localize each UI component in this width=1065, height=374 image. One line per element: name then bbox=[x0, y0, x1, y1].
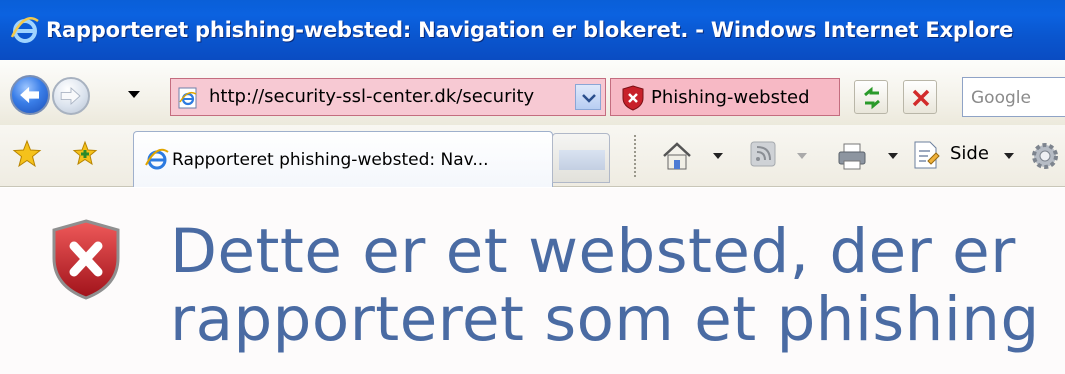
stop-icon bbox=[912, 89, 930, 107]
forward-button[interactable] bbox=[52, 77, 90, 115]
ie-logo-icon bbox=[10, 17, 39, 43]
back-button[interactable] bbox=[10, 75, 50, 115]
tab-command-bar: Rapporteret phishing-websted: Nav... Sid… bbox=[0, 125, 1065, 187]
home-icon[interactable] bbox=[660, 139, 694, 173]
heading-line-2: rapporteret som et phishing bbox=[170, 284, 1040, 355]
page-dropdown-icon[interactable] bbox=[1004, 153, 1014, 159]
toolbar-separator bbox=[634, 135, 636, 179]
feeds-icon[interactable] bbox=[748, 139, 778, 169]
address-dropdown-button[interactable] bbox=[575, 84, 601, 110]
favorites-star-icon[interactable] bbox=[12, 139, 42, 169]
search-placeholder: Google bbox=[971, 88, 1031, 108]
refresh-button[interactable] bbox=[854, 80, 888, 114]
heading-line-1: Dette er et websted, der er bbox=[170, 216, 1016, 287]
phishing-status-badge[interactable]: Phishing-websted bbox=[610, 78, 840, 116]
page-heading: Dette er et websted, der er rapporteret … bbox=[170, 218, 1065, 354]
back-arrow-icon bbox=[20, 86, 39, 104]
stop-button[interactable] bbox=[903, 80, 937, 114]
print-icon[interactable] bbox=[835, 139, 869, 173]
address-field[interactable]: http://security-ssl-center.dk/security bbox=[170, 78, 606, 116]
refresh-icon bbox=[864, 86, 880, 110]
forward-arrow-icon bbox=[60, 86, 81, 106]
tools-gear-icon[interactable] bbox=[1028, 139, 1062, 173]
tab-label: Rapporteret phishing-websted: Nav... bbox=[172, 150, 489, 170]
title-bar: Rapporteret phishing-websted: Navigation… bbox=[0, 0, 1065, 60]
ie-tab-icon bbox=[145, 148, 169, 170]
address-toolbar: http://security-ssl-center.dk/security P… bbox=[0, 60, 1065, 125]
feeds-dropdown-icon[interactable] bbox=[797, 153, 807, 159]
home-dropdown-icon[interactable] bbox=[713, 153, 723, 159]
address-url-text[interactable]: http://security-ssl-center.dk/security bbox=[209, 86, 569, 110]
window-title: Rapporteret phishing-websted: Navigation… bbox=[46, 18, 1014, 42]
search-field[interactable]: Google bbox=[962, 77, 1065, 117]
add-favorites-icon[interactable] bbox=[70, 139, 100, 169]
shield-x-warning-icon bbox=[52, 219, 120, 300]
page-menu-label[interactable]: Side bbox=[950, 143, 989, 164]
new-tab-button[interactable] bbox=[552, 133, 610, 183]
recent-pages-dropdown-icon[interactable] bbox=[128, 91, 140, 99]
new-tab-placeholder bbox=[559, 150, 605, 170]
chevron-down-icon bbox=[582, 94, 596, 103]
ie-page-icon bbox=[178, 87, 197, 109]
phishing-label: Phishing-websted bbox=[651, 87, 810, 108]
tab-phishing-page[interactable]: Rapporteret phishing-websted: Nav... bbox=[133, 131, 553, 187]
blocked-page-content: Dette er et websted, der er rapporteret … bbox=[0, 188, 1065, 374]
page-icon[interactable] bbox=[910, 139, 942, 171]
shield-x-icon bbox=[622, 85, 644, 111]
print-dropdown-icon[interactable] bbox=[888, 153, 898, 159]
